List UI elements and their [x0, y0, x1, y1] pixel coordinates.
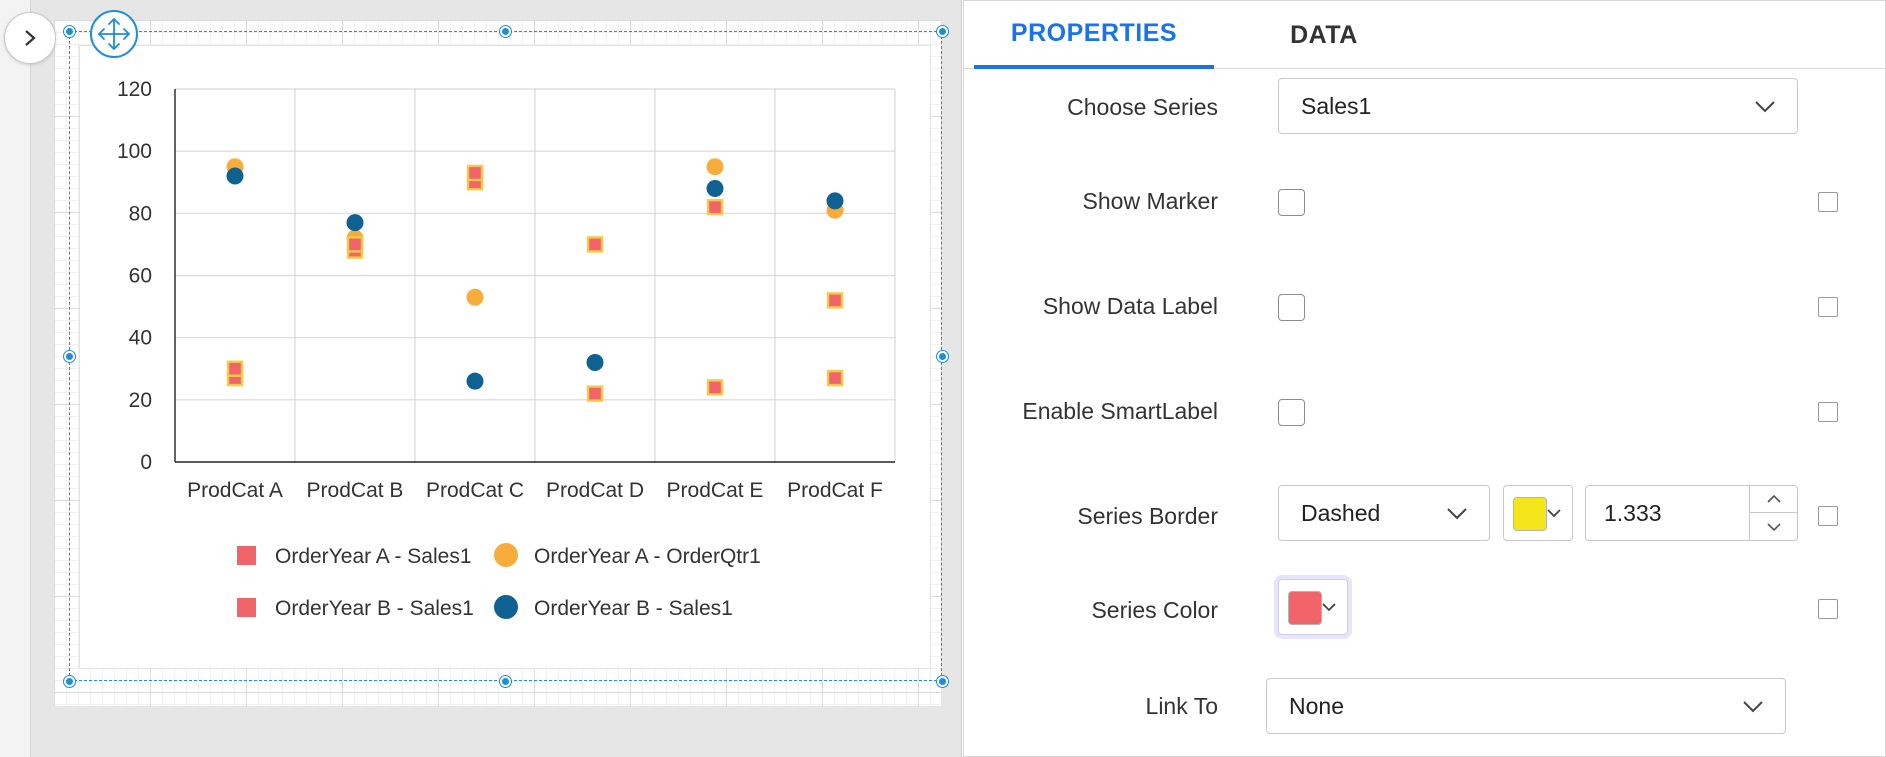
x-tick-label: ProdCat F	[787, 479, 883, 502]
choose-series-value: Sales1	[1301, 92, 1372, 119]
series-color-picker[interactable]	[1278, 579, 1348, 635]
data-point	[466, 164, 484, 182]
link-to-value: None	[1289, 692, 1344, 719]
chevron-down-icon	[1755, 101, 1775, 113]
series-border-color-picker[interactable]	[1503, 485, 1573, 541]
resize-handle-top-center[interactable]	[500, 26, 511, 37]
show-data-label-checkbox[interactable]	[1278, 294, 1305, 321]
data-point	[706, 198, 724, 216]
legend-label: OrderYear B - Sales1	[275, 597, 474, 620]
x-tick-label: ProdCat A	[187, 479, 283, 502]
choose-series-dropdown[interactable]: Sales1	[1278, 78, 1798, 134]
data-point	[346, 236, 364, 253]
data-point	[706, 379, 724, 396]
tab-properties[interactable]: PROPERTIES	[974, 1, 1214, 69]
data-point	[586, 385, 604, 402]
designer-side-strip	[0, 0, 31, 757]
data-point	[826, 192, 844, 210]
legend-marker	[237, 546, 256, 565]
resize-handle-bottom-center[interactable]	[500, 676, 511, 687]
scatter-chart[interactable]: 0 20 40 60 80 100 120 ProdCat A ProdCat B ProdCat…	[79, 45, 931, 669]
data-point	[586, 354, 604, 372]
report-designer-surface: 0 20 40 60 80 100 120 ProdCat A ProdCat B ProdCat…	[0, 0, 962, 757]
series-color-label: Series Color	[1091, 597, 1218, 623]
move-handle[interactable]	[90, 10, 138, 58]
resize-handle-top-left[interactable]	[64, 26, 75, 37]
series-border-override-checkbox[interactable]	[1818, 506, 1838, 526]
link-to-dropdown[interactable]: None	[1266, 678, 1786, 734]
chevron-up-icon	[1766, 494, 1781, 503]
legend-label: OrderYear A - Sales1	[275, 545, 472, 568]
data-point	[586, 236, 604, 253]
y-tick-label: 60	[129, 265, 152, 288]
series-border-label: Series Border	[1077, 503, 1218, 529]
x-tick-label: ProdCat E	[667, 479, 764, 502]
spin-down-button[interactable]	[1750, 513, 1797, 540]
y-tick-label: 0	[140, 451, 152, 474]
series-border-style-dropdown[interactable]: Dashed	[1278, 485, 1490, 541]
y-tick-label: 40	[129, 327, 152, 350]
x-tick-label: ProdCat C	[426, 479, 524, 502]
enable-smartlabel-override-checkbox[interactable]	[1818, 402, 1838, 422]
resize-handle-middle-right[interactable]	[937, 351, 948, 362]
chevron-down-icon	[1547, 509, 1561, 518]
legend-marker	[494, 595, 518, 619]
show-data-label-label: Show Data Label	[1042, 293, 1218, 319]
legend-marker	[494, 543, 518, 567]
data-point	[466, 288, 484, 306]
enable-smartlabel-checkbox[interactable]	[1278, 399, 1305, 426]
border-width-value[interactable]: 1.333	[1604, 500, 1662, 527]
resize-handle-bottom-left[interactable]	[64, 676, 75, 687]
series-border-width-input[interactable]: 1.333	[1585, 485, 1798, 541]
move-icon	[98, 18, 130, 50]
data-point	[226, 360, 244, 377]
data-point	[226, 167, 244, 185]
series-border-style-value: Dashed	[1301, 499, 1381, 526]
panel-tabs: PROPERTIES DATA	[964, 1, 1885, 69]
data-point	[346, 214, 364, 232]
x-tick-label: ProdCat D	[546, 479, 644, 502]
link-to-label: Link To	[1145, 693, 1218, 719]
properties-panel: PROPERTIES DATA Choose Series Sales1 Sho…	[963, 0, 1886, 757]
data-point	[466, 372, 484, 390]
y-tick-label: 80	[129, 202, 152, 225]
show-marker-checkbox[interactable]	[1278, 189, 1305, 216]
legend-marker	[237, 598, 256, 617]
chevron-down-icon	[1447, 508, 1467, 520]
y-tick-label: 120	[117, 78, 152, 101]
show-marker-label: Show Marker	[1082, 188, 1218, 214]
data-point	[826, 369, 844, 387]
chevron-right-icon	[25, 30, 36, 46]
resize-handle-top-right[interactable]	[937, 26, 948, 37]
show-marker-override-checkbox[interactable]	[1818, 192, 1838, 212]
legend-label: OrderYear B - Sales1	[534, 597, 733, 620]
chart-svg: 0 20 40 60 80 100 120 ProdCat A ProdCat B ProdCat…	[117, 78, 896, 620]
enable-smartlabel-label: Enable SmartLabel	[1022, 398, 1218, 424]
show-data-label-override-checkbox[interactable]	[1818, 297, 1838, 317]
data-point	[826, 292, 844, 309]
series-color-override-checkbox[interactable]	[1818, 599, 1838, 619]
legend-label: OrderYear A - OrderQtr1	[534, 545, 761, 568]
series-color-swatch	[1288, 591, 1322, 625]
resize-handle-middle-left[interactable]	[64, 351, 75, 362]
resize-handle-bottom-right[interactable]	[937, 676, 948, 687]
data-point	[706, 179, 724, 197]
chevron-down-icon	[1766, 522, 1781, 531]
expand-panel-button[interactable]	[4, 12, 56, 64]
chevron-down-icon	[1322, 603, 1336, 612]
border-color-swatch	[1513, 497, 1547, 531]
x-tick-label: ProdCat B	[307, 479, 404, 502]
choose-series-label: Choose Series	[1067, 94, 1218, 120]
chevron-down-icon	[1743, 701, 1763, 713]
y-tick-label: 100	[117, 140, 152, 163]
tab-data[interactable]: DATA	[1214, 1, 1434, 69]
border-width-spinner	[1749, 486, 1797, 540]
spin-up-button[interactable]	[1750, 486, 1797, 513]
data-point	[706, 158, 724, 176]
y-tick-label: 20	[129, 389, 152, 412]
